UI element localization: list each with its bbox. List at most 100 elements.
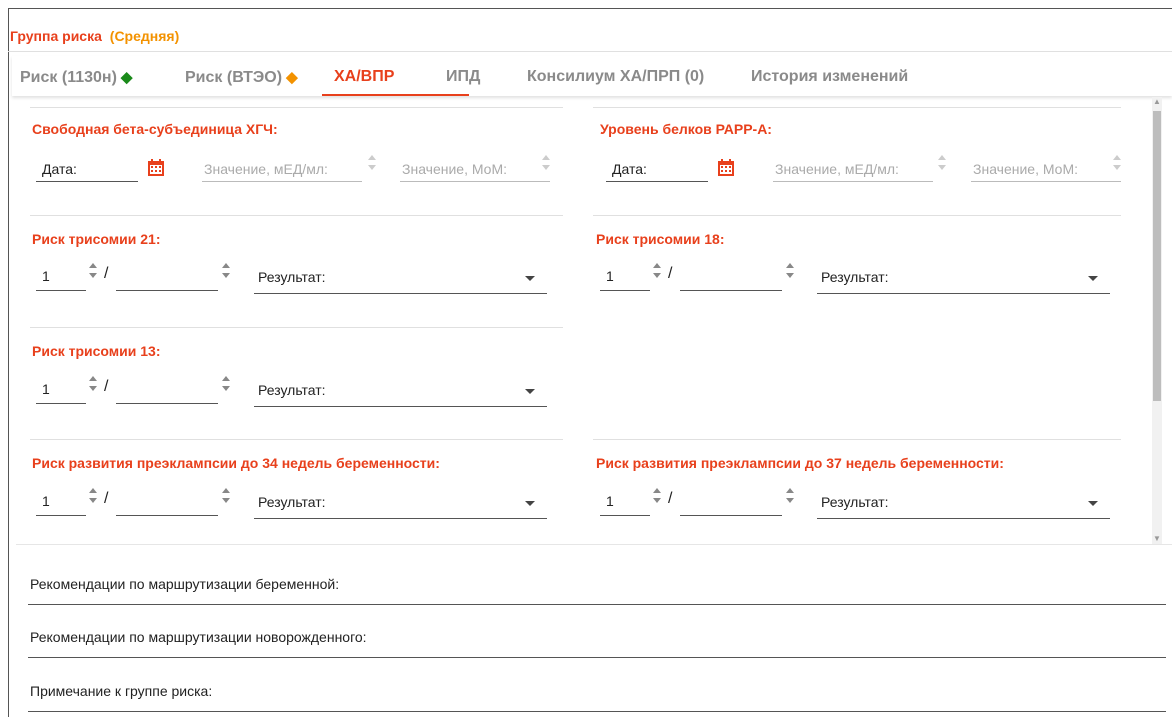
calendar-icon[interactable]: [147, 159, 165, 177]
tab-label: Риск (1130н): [20, 69, 117, 86]
tab-consilium[interactable]: Консилиум ХА/ПРП (0): [527, 68, 704, 86]
preeclampsia37-denominator-input[interactable]: [680, 515, 782, 516]
papp-a-value-input[interactable]: [773, 181, 933, 182]
chevron-down-icon[interactable]: [1088, 501, 1098, 506]
routing-pregnant-label: Рекомендации по маршрутизации беременной…: [30, 576, 340, 592]
trisomy13-title: Риск трисомии 13:: [32, 343, 161, 359]
routing-pregnant-input[interactable]: [28, 604, 1166, 605]
tab-label: Риск (ВТЭО): [185, 69, 283, 86]
fraction-slash: /: [668, 265, 673, 282]
section-divider: [30, 327, 563, 328]
trisomy13-result-label: Результат:: [258, 382, 326, 398]
beta-hcg-mom-placeholder: Значение, МоМ:: [402, 161, 508, 177]
chevron-down-icon[interactable]: [1088, 276, 1098, 281]
scroll-down-arrow-icon[interactable]: ▼: [1152, 534, 1162, 544]
section-divider: [30, 215, 563, 216]
routing-newborn-input[interactable]: [28, 657, 1166, 658]
trisomy18-result-select[interactable]: [817, 293, 1110, 294]
preeclampsia37-numerator: 1: [606, 493, 614, 509]
beta-hcg-mom-input[interactable]: [400, 181, 550, 182]
numerator-spinner[interactable]: [652, 261, 662, 281]
papp-a-title: Уровень белков РАРР-А:: [600, 121, 772, 137]
value-spinner[interactable]: [367, 153, 377, 173]
denominator-spinner[interactable]: [221, 486, 231, 506]
numerator-spinner[interactable]: [88, 374, 98, 394]
trisomy13-numerator: 1: [42, 381, 50, 397]
tab-label: ХА/ВПР: [334, 68, 395, 85]
trisomy13-denominator-input[interactable]: [116, 403, 218, 404]
trisomy13-result-select[interactable]: [254, 406, 547, 407]
preeclampsia34-numerator: 1: [42, 493, 50, 509]
preeclampsia34-numerator-input[interactable]: [36, 515, 86, 516]
numerator-spinner[interactable]: [652, 486, 662, 506]
numerator-spinner[interactable]: [88, 486, 98, 506]
papp-a-value-placeholder: Значение, мЕД/мл:: [775, 161, 899, 177]
orange-diamond-icon: ◆: [286, 69, 298, 86]
preeclampsia34-result-select[interactable]: [254, 518, 547, 519]
fraction-slash: /: [104, 490, 109, 507]
tab-ha-vpr[interactable]: ХА/ВПР: [334, 68, 394, 86]
tab-history[interactable]: История изменений: [751, 68, 908, 86]
numerator-spinner[interactable]: [88, 261, 98, 281]
preeclampsia37-numerator-input[interactable]: [600, 515, 650, 516]
active-tab-indicator: [322, 94, 469, 96]
tab-risk-vteo[interactable]: Риск (ВТЭО) ◆: [185, 68, 298, 87]
mom-spinner[interactable]: [1112, 153, 1122, 173]
chevron-down-icon[interactable]: [525, 389, 535, 394]
denominator-spinner[interactable]: [221, 261, 231, 281]
trisomy21-numerator-input[interactable]: [36, 290, 86, 291]
scroll-up-arrow-icon[interactable]: ▲: [1152, 97, 1162, 107]
scrollbar-thumb[interactable]: [1153, 111, 1161, 401]
preeclampsia37-title: Риск развития преэклампсии до 37 недель …: [596, 455, 1004, 471]
section-divider: [30, 439, 563, 440]
fraction-slash: /: [104, 265, 109, 282]
section-divider: [593, 107, 1121, 108]
trisomy18-denominator-input[interactable]: [680, 290, 782, 291]
beta-hcg-title: Свободная бета-субъединица ХГЧ:: [32, 121, 278, 137]
risk-group-title: Группа риска: [10, 28, 102, 44]
routing-newborn-label: Рекомендации по маршрутизации новорожден…: [30, 629, 367, 645]
vertical-scrollbar[interactable]: ▲ ▼: [1152, 97, 1162, 544]
form-scroll-area: Свободная бета-субъединица ХГЧ: Дата: Зн…: [16, 97, 1162, 544]
preeclampsia34-denominator-input[interactable]: [116, 515, 218, 516]
papp-a-date-input[interactable]: [606, 181, 708, 182]
trisomy18-numerator-input[interactable]: [600, 290, 650, 291]
risk-note-input[interactable]: [28, 711, 1166, 712]
value-spinner[interactable]: [937, 153, 947, 173]
risk-level-badge: (Средняя): [109, 28, 180, 44]
tab-label: История изменений: [751, 68, 909, 85]
header-divider: [8, 51, 1172, 52]
mom-spinner[interactable]: [541, 153, 551, 173]
tab-label: Консилиум ХА/ПРП (0): [527, 68, 705, 85]
trisomy18-result-label: Результат:: [821, 269, 889, 285]
denominator-spinner[interactable]: [785, 261, 795, 281]
trisomy21-denominator-input[interactable]: [116, 290, 218, 291]
tab-ipd[interactable]: ИПД: [446, 68, 480, 86]
denominator-spinner[interactable]: [221, 374, 231, 394]
chevron-down-icon[interactable]: [525, 276, 535, 281]
fraction-slash: /: [104, 378, 109, 395]
chevron-down-icon[interactable]: [525, 501, 535, 506]
papp-a-mom-input[interactable]: [971, 181, 1121, 182]
preeclampsia37-result-select[interactable]: [817, 518, 1110, 519]
papp-a-date-label: Дата:: [612, 161, 647, 177]
trisomy13-numerator-input[interactable]: [36, 403, 86, 404]
papp-a-mom-placeholder: Значение, МоМ:: [973, 161, 1079, 177]
beta-hcg-value-input[interactable]: [202, 181, 362, 182]
tab-bar: Риск (1130н) ◆ Риск (ВТЭО) ◆ ХА/ВПР ИПД Ко…: [12, 56, 1172, 96]
green-diamond-icon: ◆: [120, 69, 133, 86]
preeclampsia37-result-label: Результат:: [821, 494, 889, 510]
beta-hcg-date-input[interactable]: [36, 181, 138, 182]
denominator-spinner[interactable]: [785, 486, 795, 506]
calendar-icon[interactable]: [717, 159, 735, 177]
risk-note-label: Примечание к группе риска:: [30, 683, 213, 699]
risk-group-header: Группа риска (Средняя): [10, 28, 179, 44]
tab-risk-1130n[interactable]: Риск (1130н) ◆: [20, 68, 132, 87]
trisomy21-result-select[interactable]: [254, 293, 547, 294]
panel-splitter[interactable]: [16, 544, 1172, 545]
trisomy21-result-label: Результат:: [258, 269, 326, 285]
beta-hcg-value-placeholder: Значение, мЕД/мл:: [204, 161, 328, 177]
beta-hcg-date-label: Дата:: [42, 161, 77, 177]
tab-label: ИПД: [446, 68, 481, 85]
preeclampsia34-result-label: Результат:: [258, 494, 326, 510]
